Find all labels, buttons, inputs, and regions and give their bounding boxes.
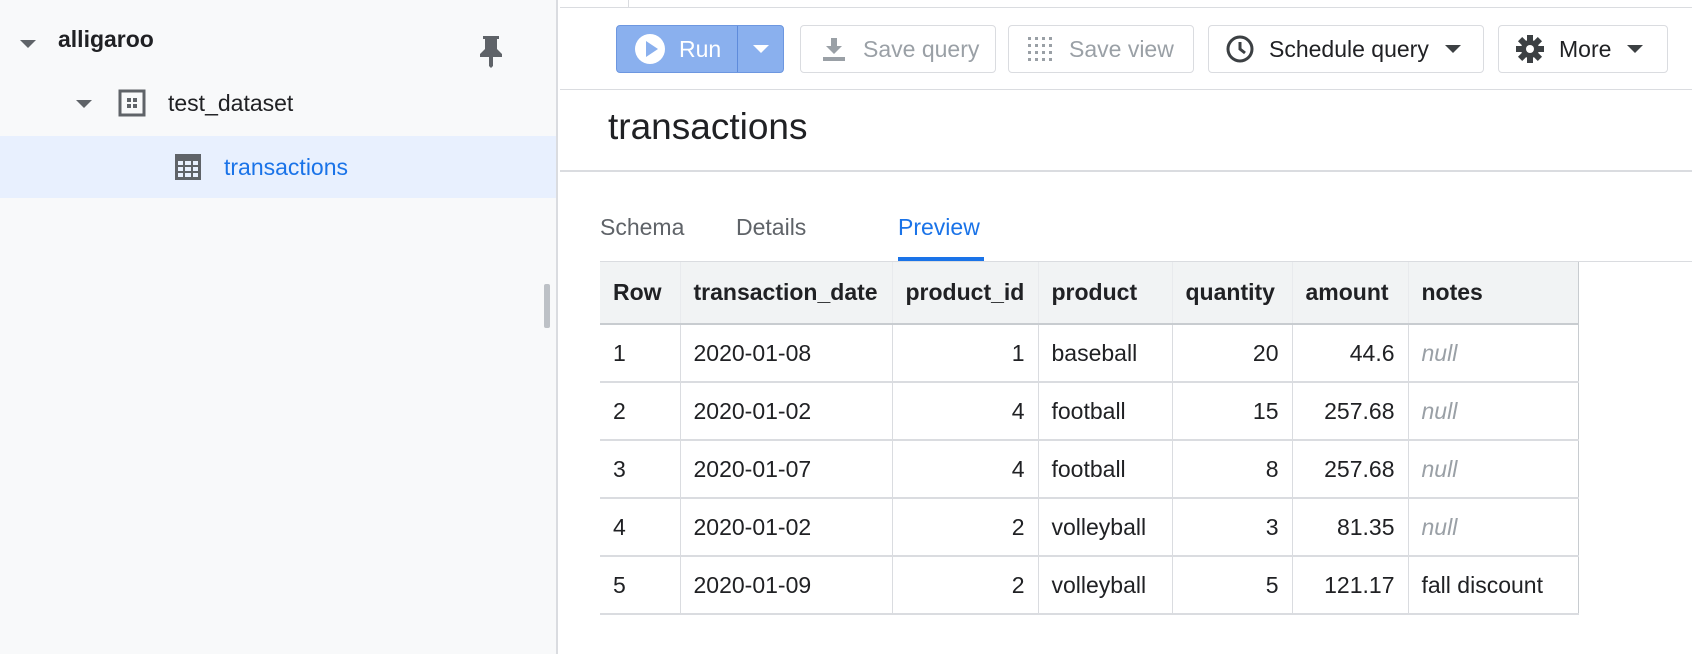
- table-cell: 121.17: [1292, 556, 1409, 615]
- resize-handle[interactable]: [544, 284, 550, 328]
- table-cell: volleyball: [1038, 556, 1173, 615]
- column-header: Row: [600, 262, 681, 325]
- table-cell: 2020-01-08: [680, 324, 893, 383]
- caret-down-icon[interactable]: [76, 100, 92, 108]
- save-view-button[interactable]: Save view: [1008, 25, 1194, 73]
- more-button[interactable]: More: [1498, 25, 1668, 73]
- table-row: 4 2020-01-02 2 volleyball 3 81.35 null: [600, 498, 1579, 557]
- run-button-group: Run: [616, 25, 784, 73]
- chevron-down-icon: [1444, 45, 1461, 53]
- tab-preview[interactable]: Preview: [898, 214, 980, 241]
- caret-down-icon[interactable]: [20, 40, 36, 48]
- table-cell: 5: [1172, 556, 1293, 615]
- table-cell: 2: [600, 382, 681, 441]
- table-cell: football: [1038, 440, 1173, 499]
- editor-tab-strip: [560, 0, 1692, 8]
- table-cell: volleyball: [1038, 498, 1173, 557]
- table-cell: 44.6: [1292, 324, 1409, 383]
- table-row: 1 2020-01-08 1 baseball 20 44.6 null: [600, 324, 1579, 383]
- table-row: 2 2020-01-02 4 football 15 257.68 null: [600, 382, 1579, 441]
- table-cell: 20: [1172, 324, 1293, 383]
- schedule-query-button[interactable]: Schedule query: [1208, 25, 1484, 73]
- table-row: 3 2020-01-07 4 football 8 257.68 null: [600, 440, 1579, 499]
- play-icon: [635, 34, 665, 64]
- table-cell: 3: [600, 440, 681, 499]
- explorer-sidebar: alligaroo test_dataset transactions: [0, 0, 558, 654]
- table-cell: null: [1408, 324, 1579, 383]
- tree-item-dataset[interactable]: test_dataset: [0, 72, 556, 134]
- preview-table: Row transaction_date product_id product …: [600, 262, 1579, 615]
- save-query-button[interactable]: Save query: [800, 25, 996, 73]
- table-cell: 81.35: [1292, 498, 1409, 557]
- table-cell: 8: [1172, 440, 1293, 499]
- tab-details[interactable]: Details: [736, 214, 806, 241]
- column-header: product: [1038, 262, 1173, 325]
- run-options-dropdown[interactable]: [738, 26, 783, 72]
- dataset-name: test_dataset: [168, 90, 294, 116]
- dataset-icon: [118, 89, 146, 117]
- table-cell: 4: [600, 498, 681, 557]
- chevron-down-icon: [752, 45, 769, 53]
- gear-icon: [1515, 34, 1545, 64]
- table-cell: null: [1408, 382, 1579, 441]
- tree-item-table[interactable]: transactions: [0, 136, 556, 198]
- table-cell: null: [1408, 440, 1579, 499]
- table-cell: 15: [1172, 382, 1293, 441]
- page-title: transactions: [608, 106, 808, 147]
- table-cell: 257.68: [1292, 440, 1409, 499]
- table-cell: 2020-01-02: [680, 382, 893, 441]
- column-header: transaction_date: [680, 262, 893, 325]
- column-header: quantity: [1172, 262, 1293, 325]
- chevron-down-icon: [1627, 45, 1644, 53]
- column-header: amount: [1292, 262, 1409, 325]
- column-header: notes: [1408, 262, 1579, 325]
- table-cell: 2020-01-02: [680, 498, 893, 557]
- toolbar: Run Save query Save view Schedule query …: [560, 8, 1692, 90]
- clock-icon: [1225, 34, 1255, 64]
- table-cell: 4: [892, 382, 1039, 441]
- save-view-label: Save view: [1069, 35, 1174, 62]
- project-name: alligaroo: [58, 26, 154, 52]
- table-cell: 2: [892, 556, 1039, 615]
- table-cell: null: [1408, 498, 1579, 557]
- table-cell: baseball: [1038, 324, 1173, 383]
- table-cell: 2020-01-09: [680, 556, 893, 615]
- schedule-query-label: Schedule query: [1269, 35, 1429, 62]
- run-button[interactable]: Run: [617, 26, 737, 72]
- table-cell: 2020-01-07: [680, 440, 893, 499]
- tab-bar: Schema Details Preview: [600, 200, 1692, 262]
- table-row: 5 2020-01-09 2 volleyball 5 121.17 fall …: [600, 556, 1579, 615]
- table-cell: 1: [892, 324, 1039, 383]
- run-label: Run: [679, 35, 722, 62]
- tab-schema[interactable]: Schema: [600, 214, 684, 241]
- save-query-label: Save query: [863, 35, 980, 62]
- more-label: More: [1559, 35, 1612, 62]
- tree-item-project[interactable]: alligaroo: [0, 8, 556, 70]
- grid-dots-icon: [1025, 34, 1055, 64]
- table-cell: 5: [600, 556, 681, 615]
- main-panel: Run Save query Save view Schedule query …: [560, 0, 1692, 654]
- table-cell: fall discount: [1408, 556, 1579, 615]
- title-bar: transactions: [560, 90, 1692, 172]
- pin-icon[interactable]: [478, 34, 504, 68]
- table-cell: 1: [600, 324, 681, 383]
- table-cell: football: [1038, 382, 1173, 441]
- table-cell: 257.68: [1292, 382, 1409, 441]
- table-cell: 4: [892, 440, 1039, 499]
- active-tab-indicator: [898, 257, 984, 261]
- download-icon: [819, 34, 849, 64]
- column-header: product_id: [892, 262, 1039, 325]
- table-name: transactions: [224, 154, 349, 180]
- table-icon: [175, 154, 201, 180]
- table-cell: 3: [1172, 498, 1293, 557]
- table-cell: 2: [892, 498, 1039, 557]
- table-header-row: Row transaction_date product_id product …: [600, 262, 1579, 325]
